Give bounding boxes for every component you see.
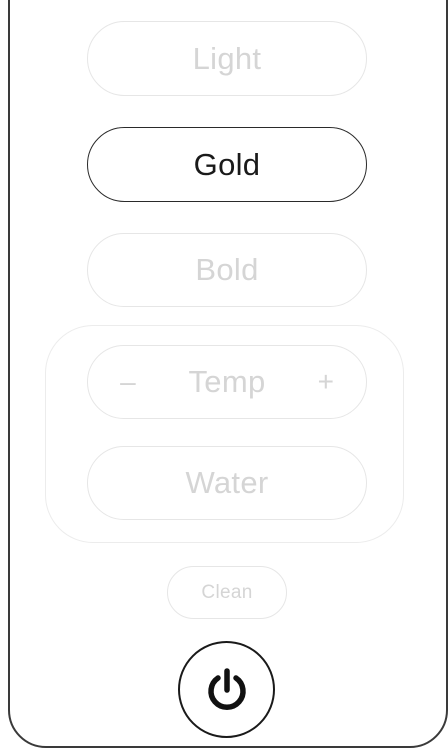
power-icon — [207, 667, 246, 710]
temp-control: – Temp + — [87, 345, 367, 419]
water-button[interactable]: Water — [87, 446, 367, 520]
power-button[interactable] — [178, 641, 275, 738]
mode-bold-button[interactable]: Bold — [87, 233, 367, 307]
mode-gold-button[interactable]: Gold — [87, 127, 367, 202]
temp-increase-button[interactable]: + — [314, 366, 338, 398]
temp-decrease-button[interactable]: – — [116, 366, 140, 398]
temp-label: Temp — [188, 364, 266, 399]
mode-light-button[interactable]: Light — [87, 21, 367, 96]
clean-button[interactable]: Clean — [167, 566, 287, 619]
